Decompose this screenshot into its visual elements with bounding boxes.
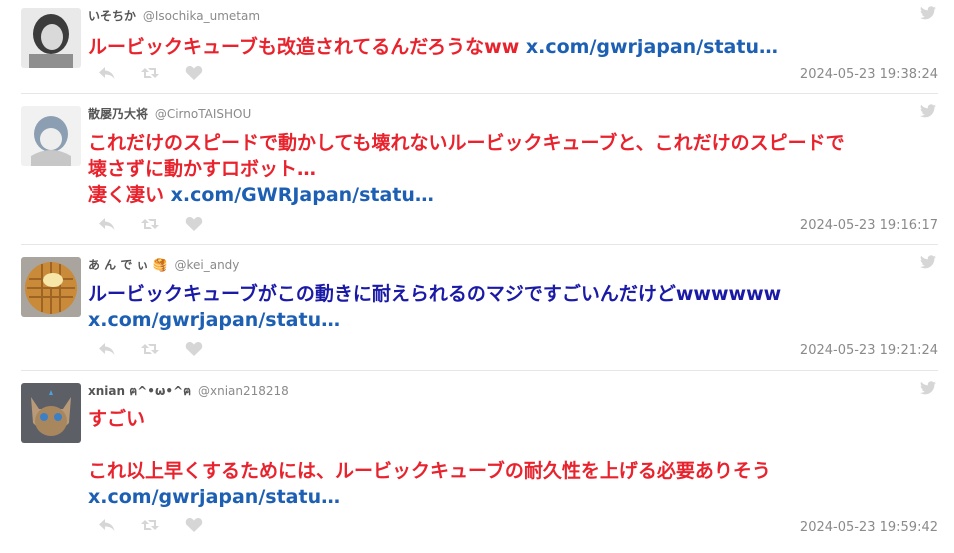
tweet-header: あ ん で ぃ 🥞 @kei_andy	[88, 257, 239, 273]
tweet-line: x.com/gwrjapan/statu…	[88, 484, 938, 510]
tweet-line: x.com/gwrjapan/statu…	[88, 307, 938, 333]
tweet-card: あ ん で ぃ 🥞 @kei_andy ルービックキューブがこの動きに耐えられる…	[21, 255, 938, 362]
tweet-text-segment: ルービックキューブがこの動きに耐えられるのマジですごいんだけどwwwwww	[88, 283, 782, 305]
tweet-feed: いそちか @Isochika_umetam ルービックキューブも改造されてるんだ…	[0, 0, 954, 553]
heart-icon[interactable]	[185, 216, 203, 232]
tweet-timestamp[interactable]: 2024-05-23 19:21:24	[800, 343, 938, 358]
tweet-link[interactable]: x.com/GWRJapan/statu…	[171, 184, 434, 206]
tweet-text: ルービックキューブがこの動きに耐えられるのマジですごいんだけどwwwwww x.…	[88, 281, 938, 333]
tweet-line: すごい	[88, 406, 938, 432]
tweet-text-segment: 壊さずに動かすロボット…	[88, 158, 317, 180]
heart-icon[interactable]	[185, 341, 203, 357]
tweet-text: ルービックキューブも改造されてるんだろうなww x.com/gwrjapan/s…	[88, 34, 938, 60]
twitter-bird-icon[interactable]	[920, 255, 936, 269]
tweet-card: xnian ฅ^•ω•^ฅ @xnian218218 すごい これ以上早くするた…	[21, 381, 938, 543]
user-handle[interactable]: @CirnoTAISHOU	[155, 107, 251, 121]
tweet-text: すごい これ以上早くするためには、ルービックキューブの耐久性を上げる必要ありそう…	[88, 406, 938, 510]
display-name[interactable]: xnian ฅ^•ω•^ฅ	[88, 384, 191, 398]
tweet-header: 散屡乃大将 @CirnoTAISHOU	[88, 106, 251, 122]
tweet-link[interactable]: x.com/gwrjapan/statu…	[526, 36, 778, 58]
tweet-header: いそちか @Isochika_umetam	[88, 8, 260, 24]
retweet-icon[interactable]	[141, 517, 159, 533]
heart-icon[interactable]	[185, 65, 203, 81]
retweet-icon[interactable]	[141, 65, 159, 81]
avatar[interactable]	[21, 383, 81, 443]
reply-icon[interactable]	[98, 341, 116, 357]
tweet-timestamp[interactable]: 2024-05-23 19:38:24	[800, 67, 938, 82]
twitter-bird-icon[interactable]	[920, 381, 936, 395]
display-name[interactable]: あ ん で ぃ 🥞	[88, 258, 168, 272]
tweet-line: これだけのスピードで動かしても壊れないルービックキューブと、これだけのスピードで	[88, 130, 938, 156]
avatar[interactable]	[21, 106, 81, 166]
tweet-timestamp[interactable]: 2024-05-23 19:59:42	[800, 520, 938, 535]
retweet-icon[interactable]	[141, 341, 159, 357]
tweet-text-segment: ルービックキューブも改造されてるんだろうなww	[88, 36, 526, 58]
tweet-header: xnian ฅ^•ω•^ฅ @xnian218218	[88, 383, 289, 399]
reply-icon[interactable]	[98, 65, 116, 81]
heart-icon[interactable]	[185, 517, 203, 533]
divider	[21, 244, 938, 245]
tweet-card: 散屡乃大将 @CirnoTAISHOU これだけのスピードで動かしても壊れないル…	[21, 104, 938, 236]
tweet-text-segment: すごい	[88, 408, 146, 430]
tweet-text: これだけのスピードで動かしても壊れないルービックキューブと、これだけのスピードで…	[88, 130, 938, 208]
tweet-timestamp[interactable]: 2024-05-23 19:16:17	[800, 218, 938, 233]
tweet-line: ルービックキューブも改造されてるんだろうなww x.com/gwrjapan/s…	[88, 34, 938, 60]
display-name[interactable]: 散屡乃大将	[88, 107, 148, 121]
user-handle[interactable]: @Isochika_umetam	[143, 9, 260, 23]
tweet-text-segment: これ以上早くするためには、ルービックキューブの耐久性を上げる必要ありそう	[88, 460, 771, 482]
twitter-bird-icon[interactable]	[920, 104, 936, 118]
tweet-line: 壊さずに動かすロボット…	[88, 156, 938, 182]
display-name[interactable]: いそちか	[88, 9, 136, 23]
tweet-link[interactable]: x.com/gwrjapan/statu…	[88, 486, 340, 508]
tweet-line: 凄く凄い x.com/GWRJapan/statu…	[88, 182, 938, 208]
reply-icon[interactable]	[98, 517, 116, 533]
reply-icon[interactable]	[98, 216, 116, 232]
retweet-icon[interactable]	[141, 216, 159, 232]
tweet-card: いそちか @Isochika_umetam ルービックキューブも改造されてるんだ…	[21, 6, 938, 88]
user-handle[interactable]: @xnian218218	[198, 384, 289, 398]
divider	[21, 93, 938, 94]
avatar[interactable]	[21, 257, 81, 317]
tweet-text-segment: これだけのスピードで動かしても壊れないルービックキューブと、これだけのスピードで	[88, 132, 845, 154]
avatar[interactable]	[21, 8, 81, 68]
tweet-line: これ以上早くするためには、ルービックキューブの耐久性を上げる必要ありそう	[88, 458, 938, 484]
tweet-link[interactable]: x.com/gwrjapan/statu…	[88, 309, 340, 331]
tweet-text-segment: 凄く凄い	[88, 184, 171, 206]
tweet-line: ルービックキューブがこの動きに耐えられるのマジですごいんだけどwwwwww	[88, 281, 938, 307]
user-handle[interactable]: @kei_andy	[174, 258, 239, 272]
divider	[21, 370, 938, 371]
twitter-bird-icon[interactable]	[920, 6, 936, 20]
